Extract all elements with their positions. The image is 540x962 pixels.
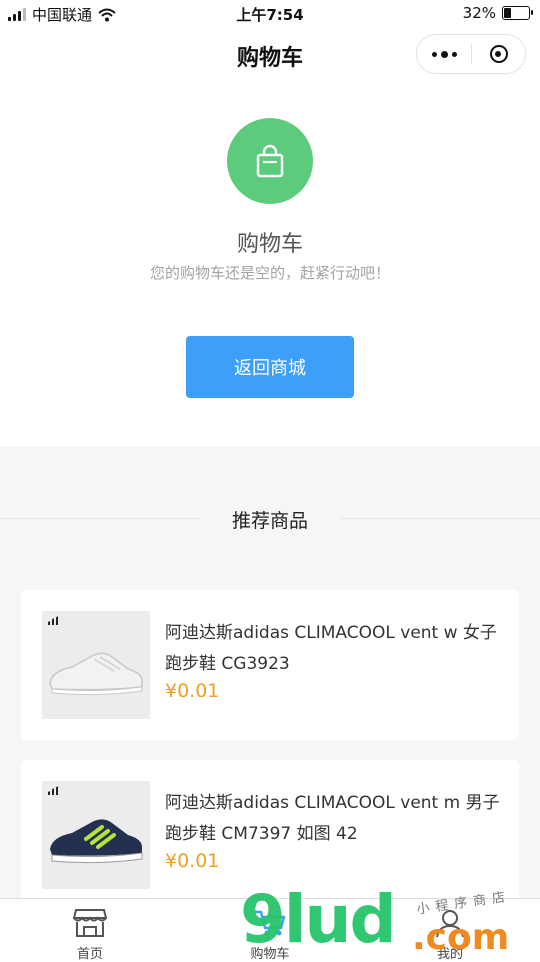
recommend-title: 推荐商品	[231, 510, 308, 532]
running-shoe-icon	[50, 819, 143, 864]
product-price: ¥0.01	[165, 850, 220, 872]
recommend-section: 推荐商品 阿迪达斯adidas CLIMACOOL vent w 女子 跑步鞋 …	[0, 446, 540, 898]
shopping-bag-icon	[227, 118, 313, 204]
store-icon	[72, 907, 108, 939]
battery-percent: 32%	[462, 4, 496, 22]
back-to-mall-button[interactable]: 返回商城	[186, 336, 354, 398]
tab-cart[interactable]: 购物车	[180, 899, 360, 962]
nav-bar: 购物车	[0, 28, 540, 80]
tab-cart-label: 购物车	[250, 947, 290, 962]
product-price: ¥0.01	[165, 680, 220, 702]
close-mini-program-button[interactable]	[472, 35, 525, 73]
tab-bar: 首页 购物车 我的	[0, 898, 540, 962]
product-card[interactable]: 阿迪达斯adidas CLIMACOOL vent m 男子 跑步鞋 CM739…	[21, 760, 519, 898]
mini-program-capsule	[416, 34, 526, 74]
cart-icon	[252, 907, 288, 939]
product-image	[42, 611, 150, 719]
product-image	[42, 781, 150, 889]
product-name: 阿迪达斯adidas CLIMACOOL vent m 男子 跑步鞋 CM739…	[165, 793, 500, 844]
product-name: 阿迪达斯adidas CLIMACOOL vent w 女子 跑步鞋 CG392…	[165, 623, 497, 674]
empty-cart-description: 您的购物车还是空的，赶紧行动吧！	[149, 264, 390, 282]
user-icon	[432, 907, 468, 939]
tab-home[interactable]: 首页	[0, 899, 180, 962]
tab-mine[interactable]: 我的	[360, 899, 540, 962]
empty-cart-title: 购物车	[236, 232, 303, 257]
status-time: 上午7:54	[236, 6, 304, 24]
product-card[interactable]: 阿迪达斯adidas CLIMACOOL vent w 女子 跑步鞋 CG392…	[21, 590, 519, 740]
more-menu-button[interactable]	[417, 35, 471, 73]
tab-home-label: 首页	[76, 947, 103, 962]
status-bar: 中国联通 上午7:54 32%	[0, 0, 540, 28]
target-icon	[489, 45, 508, 63]
empty-cart-section: 购物车 您的购物车还是空的，赶紧行动吧！ 返回商城	[0, 80, 540, 446]
battery-fill	[504, 8, 512, 18]
running-shoe-icon	[49, 652, 143, 696]
status-right: 32%	[462, 4, 533, 22]
tab-mine-label: 我的	[436, 947, 463, 962]
battery-icon	[502, 6, 533, 20]
